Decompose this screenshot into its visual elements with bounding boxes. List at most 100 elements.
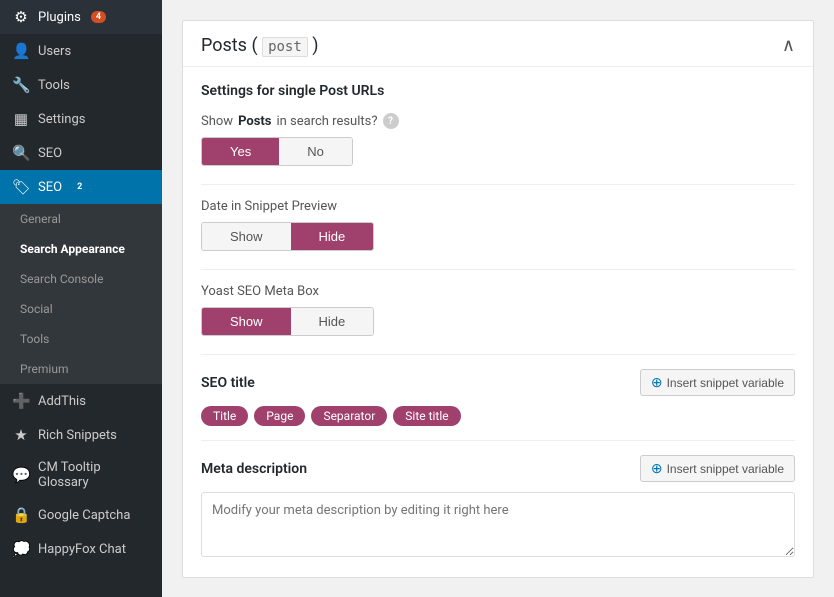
plugins-badge: 4 bbox=[91, 11, 106, 23]
sidebar-item-tools-sub[interactable]: Tools bbox=[0, 324, 162, 354]
seo-active-icon: 🏷 bbox=[12, 178, 30, 196]
plus-circle-icon: ⊕ bbox=[651, 374, 663, 391]
seo-title-label: SEO title bbox=[201, 375, 255, 391]
sidebar-item-seo-active[interactable]: 🏷 SEO 2 bbox=[0, 170, 162, 204]
sidebar-item-settings[interactable]: ▦ Settings bbox=[0, 102, 162, 136]
sidebar-item-google-captcha[interactable]: 🔒 Google Captcha bbox=[0, 498, 162, 532]
sidebar-item-addthis[interactable]: ➕ AddThis bbox=[0, 384, 162, 418]
tag-site-title[interactable]: Site title bbox=[393, 406, 460, 426]
sidebar-item-seo-top[interactable]: 🔍 SEO bbox=[0, 136, 162, 170]
date-show-button[interactable]: Show bbox=[202, 223, 291, 250]
divider-4 bbox=[201, 440, 795, 441]
panel-title-code: post bbox=[262, 37, 308, 57]
sidebar-item-label: Plugins bbox=[38, 10, 81, 25]
insert-snippet-button-2[interactable]: ⊕ Insert snippet variable bbox=[640, 455, 795, 482]
sidebar-item-users[interactable]: 👤 Users bbox=[0, 34, 162, 68]
sidebar-item-cm-tooltip[interactable]: 💬 CM TooltipGlossary bbox=[0, 452, 162, 498]
sidebar-submenu-label: Social bbox=[20, 302, 53, 316]
show-posts-text: Show bbox=[201, 114, 233, 129]
rich-snippets-icon: ★ bbox=[12, 426, 30, 444]
date-snippet-row: Date in Snippet Preview Show Hide bbox=[201, 199, 795, 251]
sidebar-item-happyfox[interactable]: 💭 HappyFox Chat bbox=[0, 532, 162, 566]
sidebar-item-label: Tools bbox=[38, 78, 70, 93]
google-captcha-icon: 🔒 bbox=[12, 506, 30, 524]
cm-tooltip-icon: 💬 bbox=[12, 466, 30, 484]
insert-snippet-button-1[interactable]: ⊕ Insert snippet variable bbox=[640, 369, 795, 396]
help-icon[interactable]: ? bbox=[383, 113, 399, 129]
sidebar-item-plugins[interactable]: ⚙ Plugins 4 bbox=[0, 0, 162, 34]
meta-desc-label: Meta description bbox=[201, 461, 307, 477]
panel-title-suffix: ) bbox=[312, 35, 318, 56]
panel-header: Posts ( post ) ∧ bbox=[183, 21, 813, 67]
sidebar-item-label: SEO bbox=[38, 146, 62, 161]
tag-page[interactable]: Page bbox=[254, 406, 305, 426]
divider-3 bbox=[201, 354, 795, 355]
sidebar-item-search-console[interactable]: Search Console bbox=[0, 264, 162, 294]
tools-icon: 🔧 bbox=[12, 76, 30, 94]
sidebar-submenu-label: Tools bbox=[20, 332, 49, 346]
divider-2 bbox=[201, 269, 795, 270]
sidebar-submenu-label: Search Console bbox=[20, 272, 103, 286]
meta-box-label: Yoast SEO Meta Box bbox=[201, 284, 795, 299]
plugins-icon: ⚙ bbox=[12, 8, 30, 26]
sidebar-item-label: Settings bbox=[38, 112, 85, 127]
seo-title-section: SEO title ⊕ Insert snippet variable Titl… bbox=[201, 369, 795, 426]
addthis-icon: ➕ bbox=[12, 392, 30, 410]
tag-separator[interactable]: Separator bbox=[311, 406, 387, 426]
posts-panel: Posts ( post ) ∧ Settings for single Pos… bbox=[182, 20, 814, 578]
sidebar-submenu-label: Premium bbox=[20, 362, 68, 376]
date-snippet-text: Date in Snippet Preview bbox=[201, 199, 337, 214]
meta-desc-header: Meta description ⊕ Insert snippet variab… bbox=[201, 455, 795, 482]
seo-title-header: SEO title ⊕ Insert snippet variable bbox=[201, 369, 795, 396]
meta-box-toggle: Show Hide bbox=[201, 307, 374, 336]
section-title: Settings for single Post URLs bbox=[201, 83, 795, 99]
panel-title-prefix: Posts ( bbox=[201, 35, 258, 56]
show-posts-yes-button[interactable]: Yes bbox=[202, 138, 279, 165]
sidebar-item-label: AddThis bbox=[38, 394, 86, 409]
main-content: Posts ( post ) ∧ Settings for single Pos… bbox=[162, 0, 834, 597]
sidebar-item-rich-snippets[interactable]: ★ Rich Snippets bbox=[0, 418, 162, 452]
seo-submenu: General Search Appearance Search Console… bbox=[0, 204, 162, 384]
sidebar-item-label: Google Captcha bbox=[38, 508, 130, 523]
sidebar-item-label: Rich Snippets bbox=[38, 428, 117, 443]
sidebar-item-label: CM TooltipGlossary bbox=[38, 460, 101, 490]
sidebar-submenu-label: General bbox=[20, 212, 61, 226]
seo-top-icon: 🔍 bbox=[12, 144, 30, 162]
insert-snippet-label: Insert snippet variable bbox=[667, 376, 784, 390]
seo-badge: 2 bbox=[72, 181, 87, 193]
show-posts-label: Show Posts in search results? ? bbox=[201, 113, 795, 129]
meta-desc-section: Meta description ⊕ Insert snippet variab… bbox=[201, 455, 795, 561]
meta-box-row: Yoast SEO Meta Box Show Hide bbox=[201, 284, 795, 336]
meta-box-text: Yoast SEO Meta Box bbox=[201, 284, 319, 299]
sidebar-item-tools[interactable]: 🔧 Tools bbox=[0, 68, 162, 102]
show-posts-no-button[interactable]: No bbox=[279, 138, 352, 165]
sidebar-item-search-appearance[interactable]: Search Appearance bbox=[0, 234, 162, 264]
date-snippet-label: Date in Snippet Preview bbox=[201, 199, 795, 214]
sidebar-item-premium[interactable]: Premium bbox=[0, 354, 162, 384]
seo-title-tags: Title Page Separator Site title bbox=[201, 406, 795, 426]
collapse-button[interactable]: ∧ bbox=[782, 35, 795, 56]
tag-title[interactable]: Title bbox=[201, 406, 248, 426]
show-posts-row: Show Posts in search results? ? Yes No bbox=[201, 113, 795, 166]
happyfox-icon: 💭 bbox=[12, 540, 30, 558]
meta-show-button[interactable]: Show bbox=[202, 308, 291, 335]
sidebar-item-label: Users bbox=[38, 44, 71, 59]
sidebar-item-label-seo: SEO bbox=[38, 180, 62, 195]
sidebar-item-social[interactable]: Social bbox=[0, 294, 162, 324]
panel-title: Posts ( post ) bbox=[201, 35, 319, 56]
sidebar: ⚙ Plugins 4 👤 Users 🔧 Tools ▦ Settings 🔍… bbox=[0, 0, 162, 597]
sidebar-item-label: HappyFox Chat bbox=[38, 542, 126, 557]
settings-icon: ▦ bbox=[12, 110, 30, 128]
meta-hide-button[interactable]: Hide bbox=[291, 308, 374, 335]
insert-snippet-label-2: Insert snippet variable bbox=[667, 462, 784, 476]
sidebar-item-general[interactable]: General bbox=[0, 204, 162, 234]
panel-body: Settings for single Post URLs Show Posts… bbox=[183, 67, 813, 577]
date-hide-button[interactable]: Hide bbox=[291, 223, 374, 250]
users-icon: 👤 bbox=[12, 42, 30, 60]
meta-description-input[interactable] bbox=[201, 492, 795, 557]
plus-circle-icon-2: ⊕ bbox=[651, 460, 663, 477]
show-posts-toggle: Yes No bbox=[201, 137, 353, 166]
show-posts-suffix: in search results? bbox=[276, 114, 377, 129]
show-posts-bold: Posts bbox=[238, 114, 271, 129]
date-snippet-toggle: Show Hide bbox=[201, 222, 374, 251]
